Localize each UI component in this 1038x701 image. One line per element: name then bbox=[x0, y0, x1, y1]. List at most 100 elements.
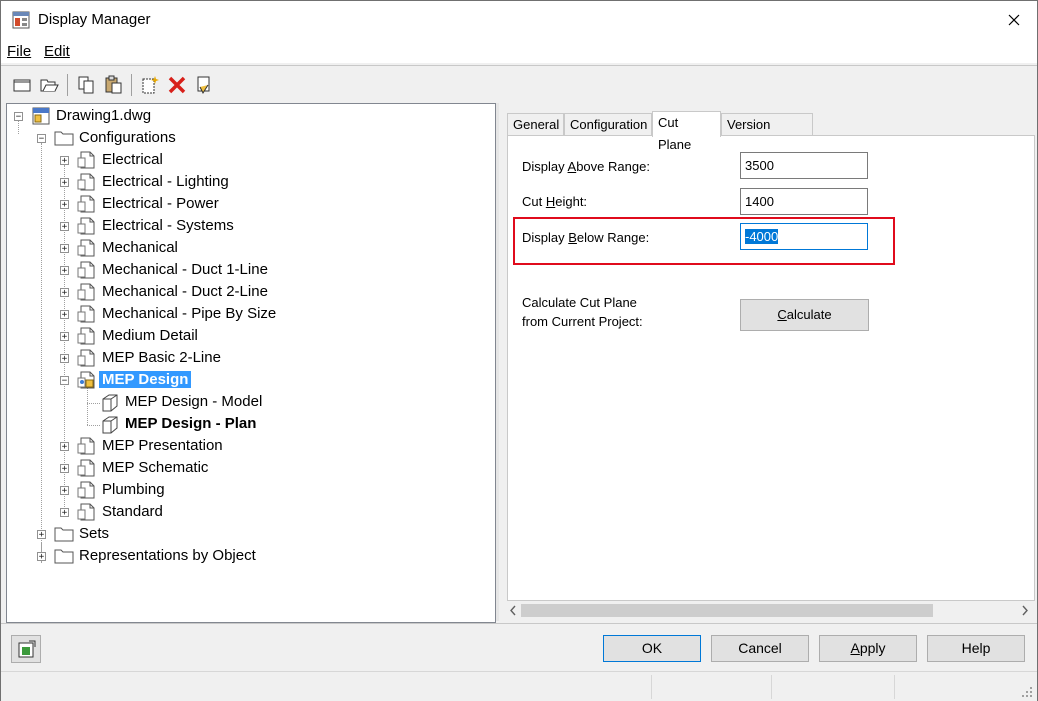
tree-config-item-mep-basic-2-line[interactable]: MEP Basic 2-Line bbox=[102, 349, 221, 366]
new-item-icon[interactable] bbox=[140, 75, 160, 95]
close-button[interactable] bbox=[991, 1, 1037, 39]
configuration-icon bbox=[77, 437, 95, 455]
expander-config-item[interactable]: + bbox=[60, 244, 69, 254]
scrollbar-thumb[interactable] bbox=[521, 604, 933, 617]
open-icon[interactable] bbox=[39, 75, 59, 95]
tree-config-item-electrical[interactable]: Electrical bbox=[102, 151, 163, 168]
label-accelerator: H bbox=[545, 194, 556, 209]
menu-edit[interactable]: Edit bbox=[44, 43, 70, 60]
tree-configurations-label[interactable]: Configurations bbox=[79, 129, 176, 146]
expander-config-item[interactable]: + bbox=[60, 354, 69, 364]
cut-height-input[interactable] bbox=[740, 188, 868, 215]
paste-icon[interactable] bbox=[103, 75, 123, 95]
folder-icon bbox=[54, 131, 74, 146]
tree-representations-label[interactable]: Representations by Object bbox=[79, 547, 256, 564]
expander-root[interactable]: − bbox=[14, 112, 23, 122]
expander-configurations[interactable]: − bbox=[37, 134, 46, 144]
expander-config-item[interactable]: + bbox=[60, 508, 69, 518]
tab-cut-plane[interactable]: Cut Plane bbox=[652, 111, 721, 152]
expander-config-item[interactable]: + bbox=[60, 156, 69, 166]
close-icon bbox=[1008, 14, 1020, 26]
status-separator bbox=[651, 675, 652, 699]
tree-item-mep-design-plan[interactable]: MEP Design - Plan bbox=[125, 415, 256, 432]
menu-bar: File Edit bbox=[1, 39, 1037, 63]
toolbar bbox=[1, 65, 1037, 102]
tree-config-item-mep-schematic[interactable]: MEP Schematic bbox=[102, 459, 208, 476]
help-button[interactable]: Help bbox=[927, 635, 1025, 662]
tree-config-item-mechanical-duct-2-line[interactable]: Mechanical - Duct 2-Line bbox=[102, 283, 268, 300]
expander-config-item[interactable]: + bbox=[60, 310, 69, 320]
tree-sets-label[interactable]: Sets bbox=[79, 525, 109, 542]
expander-config-item[interactable]: + bbox=[60, 200, 69, 210]
display-above-range-input[interactable] bbox=[740, 152, 868, 179]
cancel-button[interactable]: Cancel bbox=[711, 635, 809, 662]
display-rep-icon bbox=[102, 394, 118, 412]
tree-config-item-electrical-systems[interactable]: Electrical - Systems bbox=[102, 217, 234, 234]
tree-config-item-plumbing[interactable]: Plumbing bbox=[102, 481, 165, 498]
configuration-icon bbox=[77, 151, 95, 169]
menu-file-label: File bbox=[7, 43, 32, 60]
configuration-icon bbox=[77, 481, 95, 499]
expander-config-item[interactable]: + bbox=[60, 332, 69, 342]
expander-config-item[interactable]: + bbox=[60, 266, 69, 276]
expander-config-item[interactable]: + bbox=[60, 486, 69, 496]
expander-config-item[interactable]: + bbox=[60, 222, 69, 232]
configuration-icon bbox=[77, 217, 95, 235]
tab-version-history[interactable]: Version History bbox=[721, 113, 813, 154]
resize-grip-icon[interactable] bbox=[1021, 686, 1033, 698]
button-label: alculate bbox=[786, 307, 832, 322]
configuration-icon bbox=[77, 283, 95, 301]
apply-button[interactable]: Apply bbox=[819, 635, 917, 662]
pin-button[interactable] bbox=[11, 635, 41, 663]
dialog-button-bar: OK Cancel Apply Help bbox=[1, 623, 1037, 672]
configuration-tree[interactable]: − Drawing1.dwg − Configurations + Electri… bbox=[6, 103, 496, 623]
calculate-button[interactable]: Calculate bbox=[740, 299, 869, 331]
display-above-range-label: Display Above Range: bbox=[522, 159, 650, 174]
ok-label: OK bbox=[641, 640, 663, 656]
tree-config-item-mechanical-pipe-by-size[interactable]: Mechanical - Pipe By Size bbox=[102, 305, 276, 322]
expander-representations[interactable]: + bbox=[37, 552, 46, 562]
menu-edit-label: Edit bbox=[44, 43, 70, 60]
purge-icon[interactable] bbox=[194, 75, 214, 95]
tree-item-mep-design-model[interactable]: MEP Design - Model bbox=[125, 393, 262, 410]
configuration-icon bbox=[77, 261, 95, 279]
expander-config-item[interactable]: + bbox=[60, 178, 69, 188]
new-icon[interactable] bbox=[12, 75, 32, 95]
expander-config-item[interactable]: + bbox=[60, 464, 69, 474]
configuration-icon bbox=[77, 349, 95, 367]
menu-file[interactable]: File bbox=[7, 43, 31, 60]
tree-config-item-mep-presentation[interactable]: MEP Presentation bbox=[102, 437, 223, 454]
expander-sets[interactable]: + bbox=[37, 530, 46, 540]
tree-config-item-standard[interactable]: Standard bbox=[102, 503, 163, 520]
tab-configuration-label: Configuration bbox=[570, 117, 648, 132]
status-bar bbox=[1, 671, 1037, 701]
tab-general[interactable]: General bbox=[507, 113, 564, 135]
app-icon bbox=[12, 11, 30, 29]
tree-config-item-mep-design[interactable]: MEP Design bbox=[99, 371, 192, 388]
expander-config-item[interactable]: + bbox=[60, 442, 69, 452]
tree-config-item-electrical-power[interactable]: Electrical - Power bbox=[102, 195, 219, 212]
folder-icon bbox=[54, 527, 74, 542]
scroll-right-icon[interactable] bbox=[1021, 605, 1029, 616]
tree-root-label[interactable]: Drawing1.dwg bbox=[56, 107, 151, 124]
configuration-icon bbox=[77, 459, 95, 477]
copy-icon[interactable] bbox=[76, 75, 96, 95]
expander-config-item[interactable]: − bbox=[60, 376, 69, 386]
ok-button[interactable]: OK bbox=[603, 635, 701, 662]
calculate-label-line1: Calculate Cut Plane bbox=[522, 295, 637, 310]
tab-cut-plane-label: Cut Plane bbox=[658, 115, 692, 152]
scroll-left-icon[interactable] bbox=[509, 605, 517, 616]
tab-configuration[interactable]: Configuration bbox=[564, 113, 652, 135]
delete-icon[interactable] bbox=[167, 75, 187, 95]
expander-config-item[interactable]: + bbox=[60, 288, 69, 298]
tree-config-item-mechanical-duct-1-line[interactable]: Mechanical - Duct 1-Line bbox=[102, 261, 268, 278]
tree-config-item-medium-detail[interactable]: Medium Detail bbox=[102, 327, 198, 344]
button-accelerator: C bbox=[777, 307, 787, 322]
configuration-icon bbox=[77, 239, 95, 257]
tree-config-item-mechanical[interactable]: Mechanical bbox=[102, 239, 178, 256]
button-accelerator: A bbox=[850, 640, 860, 656]
tab-general-label: General bbox=[513, 117, 560, 132]
tree-config-item-electrical-lighting[interactable]: Electrical - Lighting bbox=[102, 173, 229, 190]
horizontal-scrollbar[interactable] bbox=[507, 601, 1035, 620]
label-accelerator: A bbox=[567, 159, 577, 174]
